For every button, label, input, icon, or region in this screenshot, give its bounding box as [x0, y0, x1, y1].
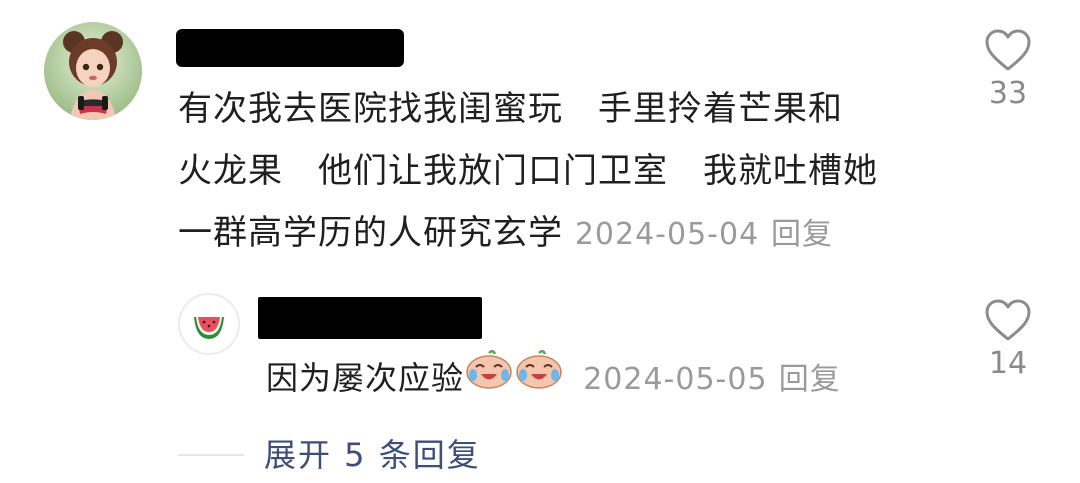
replier-name-redacted — [258, 297, 482, 339]
reply-text: 因为屡次应验 — [266, 359, 465, 397]
comment-body[interactable]: 有次我去医院找我闺蜜玩 手里拎着芒果和 火龙果 他们让我放门口门卫室 我就吐槽她… — [178, 78, 958, 266]
comment-like-count: 33 — [988, 76, 1028, 111]
heart-outline-icon — [985, 299, 1031, 341]
heart-outline-icon — [985, 29, 1031, 71]
comment-date: 2024-05-04 — [574, 217, 760, 252]
replier-avatar[interactable] — [178, 293, 240, 355]
expand-divider — [178, 454, 244, 456]
expand-replies-button[interactable]: 展开 5 条回复 — [264, 430, 481, 476]
comment-line: 有次我去医院找我闺蜜玩 手里拎着芒果和 — [178, 89, 843, 129]
comment-reply-button[interactable]: 回复 — [771, 217, 833, 252]
reply-date: 2024-05-05 — [583, 362, 768, 397]
reply-like-button[interactable]: 14 — [978, 298, 1038, 381]
comment-line: 火龙果 他们让我放门口门卫室 我就吐槽她 — [178, 151, 878, 191]
reply-body[interactable]: 因为屡次应验 2024-05-05 回复 — [266, 349, 966, 408]
comment-line: 一群高学历的人研究玄学 — [178, 213, 563, 253]
commenter-avatar[interactable] — [44, 22, 142, 120]
reply-reply-button[interactable]: 回复 — [779, 362, 841, 397]
crying-laughing-peach-emoji-icon — [514, 349, 564, 406]
crying-laughing-peach-emoji-icon — [464, 349, 514, 406]
girl-avatar-icon — [44, 22, 142, 120]
reply-like-count: 14 — [988, 346, 1028, 381]
comment-line-last: 一群高学历的人研究玄学 2024-05-04 回复 — [178, 202, 958, 266]
comment-like-button[interactable]: 33 — [978, 28, 1038, 111]
watermelon-icon — [194, 317, 224, 339]
commenter-name-redacted — [176, 29, 404, 67]
